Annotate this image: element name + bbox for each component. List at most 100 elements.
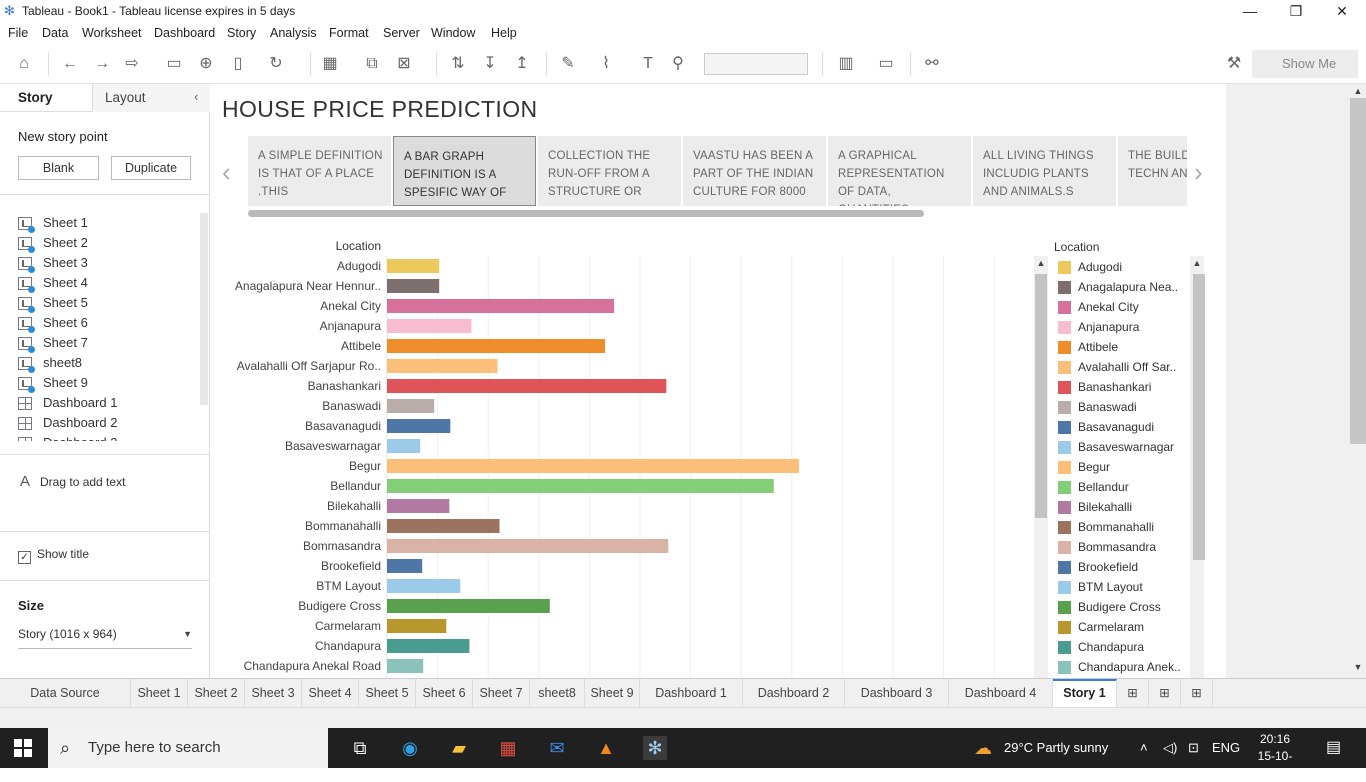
sheet-list-item[interactable]: Dashboard 1 xyxy=(0,393,200,413)
story-point-7[interactable]: THE BUILD OF TECHN ANALYSIS. xyxy=(1118,136,1187,206)
sort-descending-icon[interactable]: ↥ xyxy=(512,54,532,74)
show-cards-icon[interactable]: ▥ xyxy=(836,54,856,74)
bar[interactable] xyxy=(387,639,470,653)
legend-item[interactable]: Bommanahalli xyxy=(1056,518,1202,538)
bar[interactable] xyxy=(387,339,605,353)
sort-ascending-icon[interactable]: ↧ xyxy=(480,54,500,74)
bar[interactable] xyxy=(387,579,461,593)
sheet-tab[interactable]: Dashboard 4 xyxy=(949,679,1053,707)
legend-item[interactable]: Carmelaram xyxy=(1056,618,1202,638)
sheet-list-item[interactable]: Sheet 6 xyxy=(0,313,200,333)
scroll-up-icon[interactable]: ▲ xyxy=(1034,258,1048,268)
home-icon[interactable]: ⌂ xyxy=(14,54,34,74)
bar[interactable] xyxy=(387,499,450,513)
story-point-1[interactable]: A SIMPLE DEFINITION IS THAT OF A PLACE .… xyxy=(248,136,391,206)
legend-item[interactable]: Adugodi xyxy=(1056,258,1202,278)
new-dashboard-tab-icon[interactable]: ⊞ xyxy=(1149,679,1181,707)
sheet-tab[interactable]: Data Source xyxy=(0,679,131,707)
legend-scrollbar[interactable]: ▲ xyxy=(1190,256,1205,678)
bar[interactable] xyxy=(387,619,447,633)
legend-item[interactable]: Bommasandra xyxy=(1056,538,1202,558)
tableau-taskbar-icon[interactable]: ✻ xyxy=(643,736,667,760)
legend-item[interactable]: Attibele xyxy=(1056,338,1202,358)
bar[interactable] xyxy=(387,399,435,413)
previous-story-point-icon[interactable]: ‹ xyxy=(222,157,231,188)
file-explorer-icon[interactable]: ▰ xyxy=(447,736,471,760)
legend-item[interactable]: Avalahalli Off Sar.. xyxy=(1056,358,1202,378)
bar[interactable] xyxy=(387,659,424,673)
scroll-thumb[interactable] xyxy=(1193,274,1205,560)
pin-icon[interactable]: ⚲ xyxy=(668,54,688,74)
bar[interactable] xyxy=(387,479,774,493)
format-painter-icon[interactable]: ⚒ xyxy=(1224,54,1244,74)
duplicate-button[interactable]: Duplicate xyxy=(111,156,191,180)
labels-icon[interactable]: T xyxy=(638,54,658,74)
mail-icon[interactable]: ✉ xyxy=(545,736,569,760)
sheet-list-item[interactable]: Sheet 5 xyxy=(0,293,200,313)
bar[interactable] xyxy=(387,439,421,453)
bar[interactable] xyxy=(387,279,440,293)
group-icon[interactable]: ⌇ xyxy=(596,54,616,74)
menu-help[interactable]: Help xyxy=(491,26,517,40)
scroll-up-icon[interactable]: ▲ xyxy=(1190,258,1204,268)
pause-updates-icon[interactable]: ▯ xyxy=(228,54,248,74)
redo-icon[interactable]: → xyxy=(92,54,112,74)
sheet-list-item[interactable]: Sheet 3 xyxy=(0,253,200,273)
legend-item[interactable]: Banaswadi xyxy=(1056,398,1202,418)
bar[interactable] xyxy=(387,519,500,533)
collapse-pane-icon[interactable]: ‹ xyxy=(194,89,198,104)
drag-to-add-text[interactable]: A Drag to add text xyxy=(20,473,125,490)
presentation-mode-icon[interactable]: ▭ xyxy=(876,54,896,74)
legend-item[interactable]: BTM Layout xyxy=(1056,578,1202,598)
new-story-tab-icon[interactable]: ⊞ xyxy=(1181,679,1213,707)
bar[interactable] xyxy=(387,259,440,273)
bar[interactable] xyxy=(387,559,423,573)
show-title-checkbox[interactable]: ✓ Show title xyxy=(18,547,89,564)
sheet-tab[interactable]: Dashboard 2 xyxy=(743,679,845,707)
sheet-tab[interactable]: Dashboard 3 xyxy=(845,679,949,707)
sheet-list-scrollbar[interactable] xyxy=(200,213,208,405)
sheet-list-item[interactable]: Sheet 1 xyxy=(0,213,200,233)
legend-item[interactable]: Chandapura Anek.. xyxy=(1056,658,1202,678)
save-icon[interactable]: ▭ xyxy=(164,54,184,74)
story-point-5[interactable]: A GRAPHICAL REPRESENTATION OF DATA, QUAN… xyxy=(828,136,971,206)
legend-item[interactable]: Chandapura xyxy=(1056,638,1202,658)
bar[interactable] xyxy=(387,419,451,433)
sheet-tab[interactable]: Story 1 xyxy=(1053,679,1117,707)
scroll-down-icon[interactable]: ▼ xyxy=(1350,662,1366,672)
bar[interactable] xyxy=(387,539,669,553)
bar[interactable] xyxy=(387,599,550,613)
tab-layout-pane[interactable]: Layout xyxy=(92,84,210,112)
sheet-tab[interactable]: Sheet 7 xyxy=(473,679,530,707)
refresh-icon[interactable]: ↻ xyxy=(266,54,286,74)
bar[interactable] xyxy=(387,299,615,313)
legend-item[interactable]: Begur xyxy=(1056,458,1202,478)
menu-server[interactable]: Server xyxy=(383,26,420,40)
scroll-thumb[interactable] xyxy=(1035,274,1047,518)
bar[interactable] xyxy=(387,359,498,373)
chart-scrollbar[interactable]: ▲ xyxy=(1034,256,1048,678)
canvas-scrollbar[interactable]: ▲ ▼ xyxy=(1350,84,1366,678)
menu-dashboard[interactable]: Dashboard xyxy=(154,26,215,40)
show-hidden-icons-icon[interactable]: ˄ xyxy=(1140,728,1148,768)
next-story-point-icon[interactable]: › xyxy=(1194,157,1203,188)
story-point-4[interactable]: VAASTU HAS BEEN A PART OF THE INDIAN CUL… xyxy=(683,136,826,206)
sheet-list-item[interactable]: Sheet 7 xyxy=(0,333,200,353)
legend-item[interactable]: Banashankari xyxy=(1056,378,1202,398)
scroll-up-icon[interactable]: ▲ xyxy=(1350,86,1366,96)
task-view-icon[interactable]: ⧉ xyxy=(348,736,372,760)
scroll-thumb[interactable] xyxy=(1350,98,1366,444)
sheet-list-item[interactable]: Dashboard 3 xyxy=(0,433,200,441)
taskbar-search-box[interactable]: ⌕ Type here to search xyxy=(48,728,328,768)
blank-button[interactable]: Blank xyxy=(18,156,99,180)
menu-analysis[interactable]: Analysis xyxy=(270,26,317,40)
menu-window[interactable]: Window xyxy=(431,26,475,40)
sheet-tab[interactable]: Sheet 4 xyxy=(302,679,359,707)
story-point-2[interactable]: A BAR GRAPH DEFINITION IS A SPESIFIC WAY… xyxy=(393,136,536,206)
sheet-list-item[interactable]: Sheet 2 xyxy=(0,233,200,253)
microsoft-store-icon[interactable]: ▦ xyxy=(496,736,520,760)
duplicate-icon[interactable]: ⧉ xyxy=(362,54,382,74)
menu-worksheet[interactable]: Worksheet xyxy=(82,26,142,40)
notifications-icon[interactable]: ▤ xyxy=(1326,728,1341,768)
sheet-list-item[interactable]: Dashboard 2 xyxy=(0,413,200,433)
